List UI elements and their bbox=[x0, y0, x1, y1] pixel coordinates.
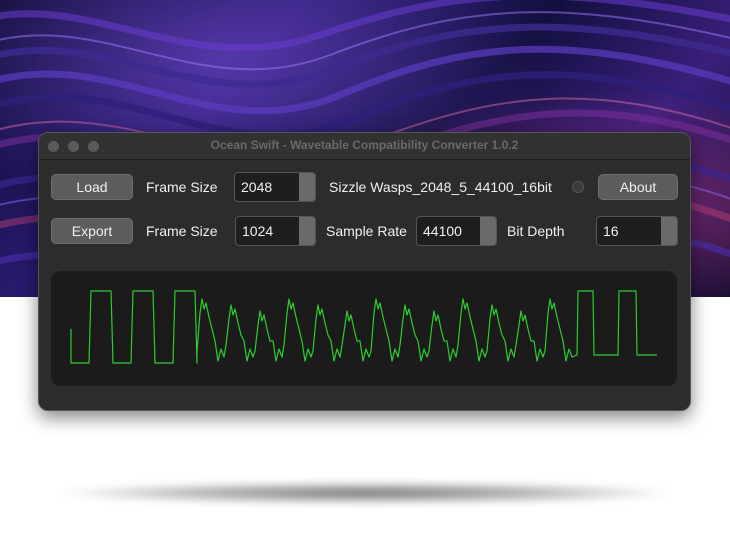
bit-depth-label: Bit Depth bbox=[507, 223, 565, 239]
loaded-file-name: Sizzle Wasps_2048_5_44100_16bit bbox=[329, 179, 552, 195]
dropdown-arrow-icon bbox=[299, 217, 315, 245]
bit-depth-value: 16 bbox=[603, 223, 619, 239]
window-title: Ocean Swift - Wavetable Compatibility Co… bbox=[210, 138, 519, 152]
app-window: Ocean Swift - Wavetable Compatibility Co… bbox=[38, 132, 691, 411]
load-button[interactable]: Load bbox=[51, 174, 133, 200]
output-frame-size-label: Frame Size bbox=[146, 223, 218, 239]
sample-rate-label: Sample Rate bbox=[326, 223, 407, 239]
about-button[interactable]: About bbox=[598, 174, 678, 200]
input-frame-size-value: 2048 bbox=[241, 179, 273, 195]
waveform-display[interactable] bbox=[51, 271, 677, 386]
sample-rate-select[interactable]: 44100 bbox=[416, 216, 497, 246]
window-floor-shadow bbox=[60, 482, 672, 504]
export-button[interactable]: Export bbox=[51, 218, 133, 244]
input-frame-size-select[interactable]: 2048 bbox=[234, 172, 316, 202]
dropdown-arrow-icon bbox=[299, 173, 315, 201]
output-frame-size-value: 1024 bbox=[242, 223, 274, 239]
bit-depth-select[interactable]: 16 bbox=[596, 216, 678, 246]
status-indicator-icon bbox=[572, 181, 584, 193]
input-frame-size-label: Frame Size bbox=[146, 179, 218, 195]
title-bar[interactable]: Ocean Swift - Wavetable Compatibility Co… bbox=[39, 133, 690, 160]
waveform-trace bbox=[70, 290, 657, 364]
output-frame-size-select[interactable]: 1024 bbox=[235, 216, 316, 246]
dropdown-arrow-icon bbox=[480, 217, 496, 245]
sample-rate-value: 44100 bbox=[423, 223, 462, 239]
dropdown-arrow-icon bbox=[661, 217, 677, 245]
